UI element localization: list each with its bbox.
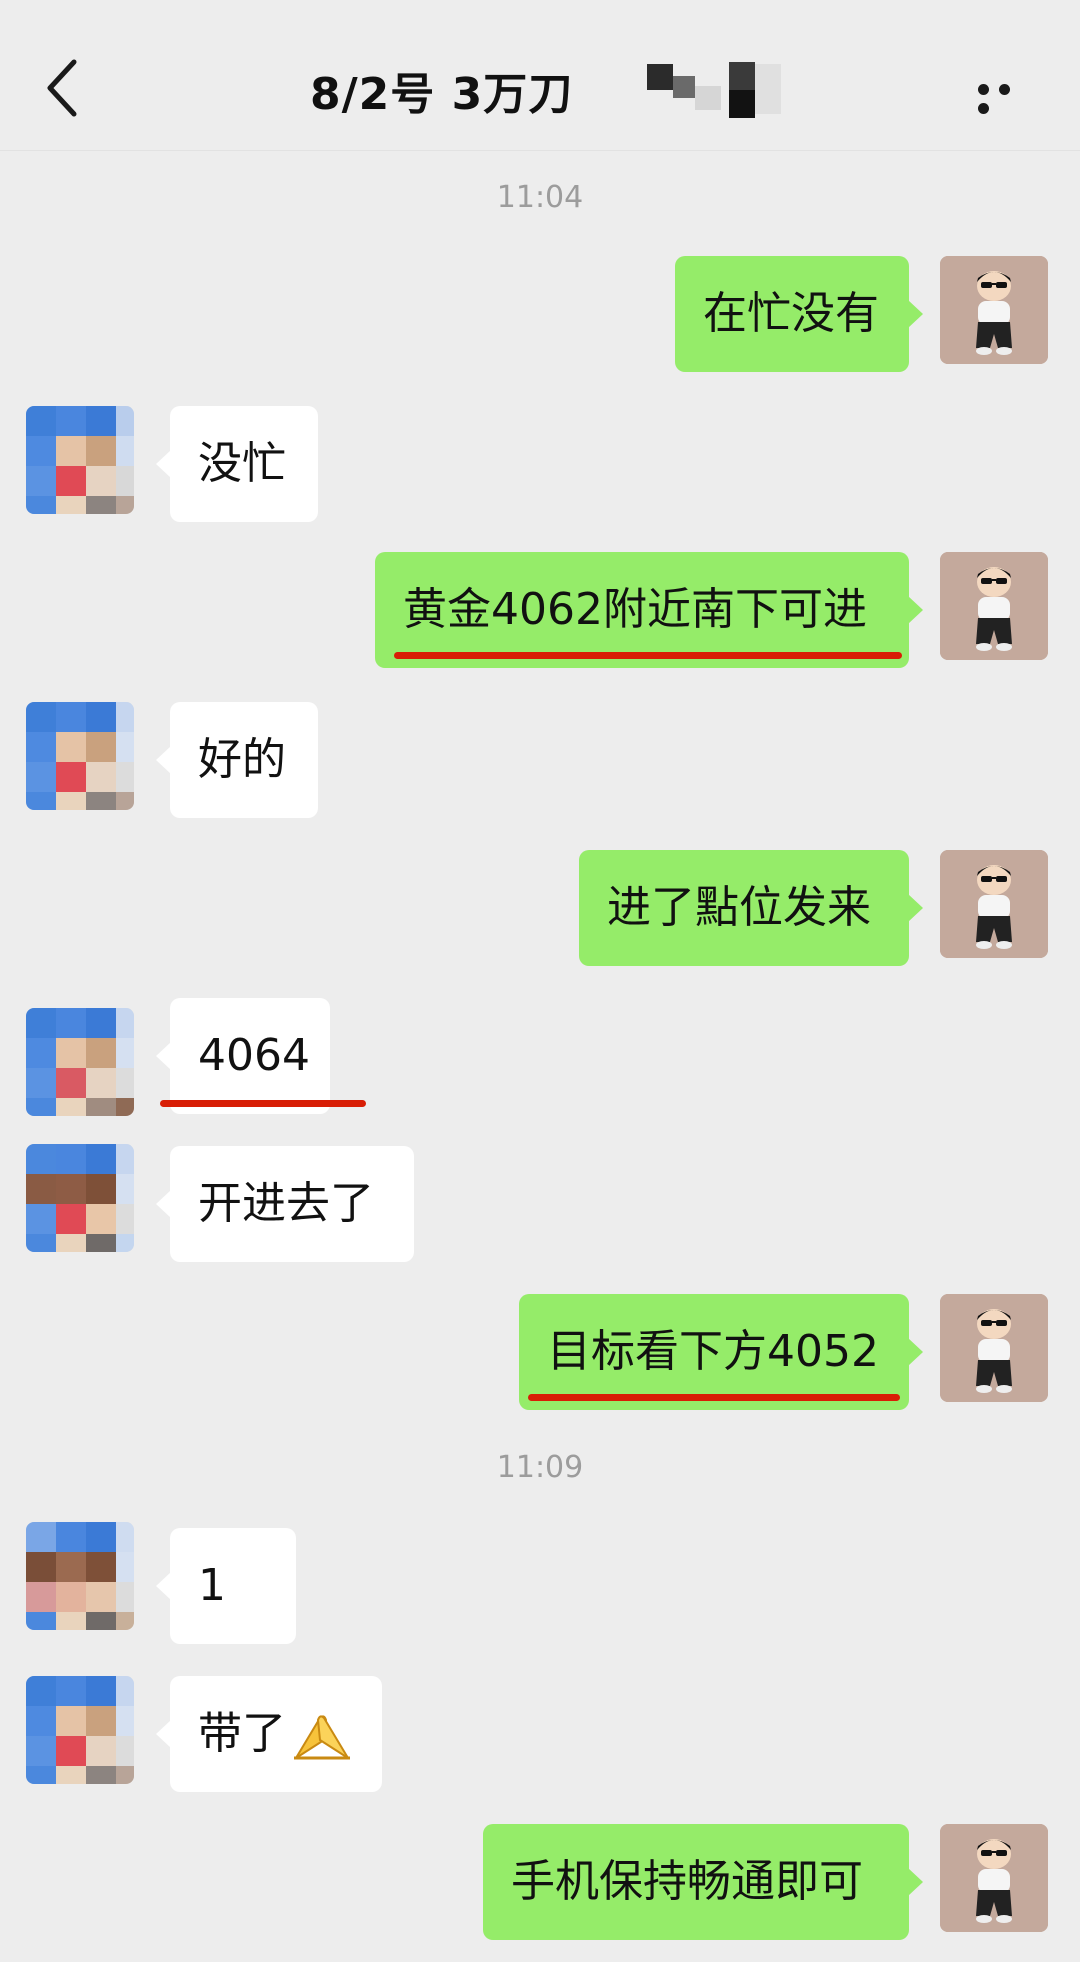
redacted-name-mosaic (645, 58, 785, 118)
pixelated-avatar-mosaic (26, 1144, 134, 1252)
timestamp: 11:09 (496, 1450, 584, 1485)
my-avatar[interactable] (940, 552, 1048, 660)
cartoon-boy-avatar-icon (940, 1824, 1048, 1932)
my-avatar[interactable] (940, 1294, 1048, 1402)
message-bubble-sent[interactable]: 黄金4062附近南下可进 (375, 552, 923, 668)
contact-avatar[interactable] (26, 1008, 134, 1116)
my-avatar[interactable] (940, 850, 1048, 958)
message-bubble-received[interactable]: 1 (156, 1528, 296, 1644)
message-text: 带了 (198, 1708, 286, 1759)
chevron-left-icon (47, 59, 77, 117)
timestamp: 11:04 (496, 180, 584, 215)
back-button[interactable] (40, 52, 84, 124)
message-bubble-received[interactable]: 没忙 (156, 406, 318, 522)
message-bubble-sent[interactable]: 进了點位发来 (579, 850, 923, 966)
red-underline-annotation (528, 1394, 900, 1401)
contact-avatar[interactable] (26, 702, 134, 810)
contact-avatar[interactable] (26, 1522, 134, 1630)
my-avatar[interactable] (940, 256, 1048, 364)
more-options-button[interactable] (978, 80, 1038, 114)
pixelated-avatar-mosaic (26, 1008, 134, 1116)
message-bubble-received[interactable]: 带了 (156, 1676, 382, 1792)
contact-avatar[interactable] (26, 1144, 134, 1252)
folded-hands-icon (294, 1715, 350, 1760)
message-bubble-received[interactable]: 开进去了 (156, 1146, 414, 1262)
cartoon-boy-avatar-icon (940, 1294, 1048, 1402)
message-bubble-sent[interactable]: 在忙没有 (675, 256, 923, 372)
contact-avatar[interactable] (26, 1676, 134, 1784)
chat-title: 8/2号 3万刀 (310, 69, 574, 120)
my-avatar[interactable] (940, 1824, 1048, 1932)
message-bubble-received[interactable]: 好的 (156, 702, 318, 818)
message-bubble-sent[interactable]: 手机保持畅通即可 (483, 1824, 923, 1940)
pixelated-avatar-mosaic (26, 406, 134, 514)
more-dots-icon (978, 80, 1020, 118)
pixelated-avatar-mosaic (26, 1676, 134, 1784)
contact-avatar[interactable] (26, 406, 134, 514)
red-underline-annotation (160, 1100, 366, 1107)
red-underline-annotation (394, 652, 902, 659)
pixelated-avatar-mosaic (26, 702, 134, 810)
cartoon-boy-avatar-icon (940, 256, 1048, 364)
pixelated-avatar-mosaic (26, 1522, 134, 1630)
cartoon-boy-avatar-icon (940, 850, 1048, 958)
message-bubble-sent[interactable]: 目标看下方4052 (519, 1294, 923, 1410)
cartoon-boy-avatar-icon (940, 552, 1048, 660)
chat-header: 8/2号 3万刀 (0, 0, 1080, 151)
message-bubble-received[interactable]: 4064 (156, 998, 330, 1114)
